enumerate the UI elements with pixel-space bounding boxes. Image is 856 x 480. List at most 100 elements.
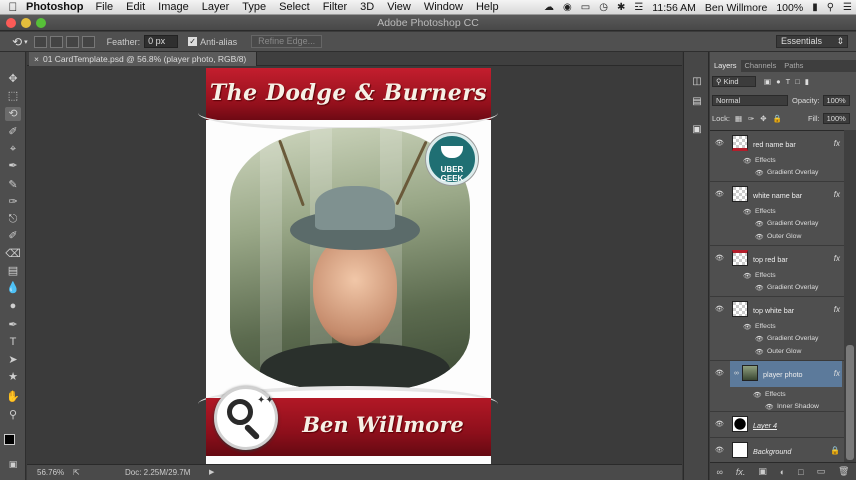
blend-mode-dropdown[interactable]: Normal	[712, 95, 788, 106]
effects-eye-icon[interactable]: 👁	[743, 208, 752, 216]
fx-icon[interactable]: fx.	[736, 467, 746, 477]
menu-edit[interactable]: Edit	[126, 1, 145, 13]
effects-eye-icon[interactable]: 👁	[743, 272, 752, 280]
fx-icon[interactable]: fx	[834, 369, 840, 378]
lasso-tool-preset-icon[interactable]: ⟲	[12, 35, 22, 49]
effect-eye-icon[interactable]: 👁	[755, 335, 764, 343]
eye-visibility-icon[interactable]: 👁	[715, 139, 724, 147]
crop-tool-icon[interactable]: ⌖	[5, 142, 21, 156]
effects-eye-icon[interactable]: 👁	[753, 391, 762, 399]
fx-icon[interactable]: fx	[834, 190, 840, 199]
airplay-icon[interactable]: ▭	[581, 2, 590, 13]
feather-input[interactable]: 0 px	[144, 35, 179, 48]
path-selection-tool-icon[interactable]: ➤	[5, 353, 21, 367]
layer-row-red-name-bar[interactable]: 👁 red name bar fx 👁 Effects 👁 Gradient O…	[710, 131, 844, 182]
layers-scrollbar[interactable]	[844, 130, 856, 466]
creative-cloud-icon[interactable]: ☁	[544, 2, 554, 13]
scrollbar-thumb[interactable]	[846, 345, 854, 460]
menu-layer[interactable]: Layer	[202, 1, 230, 13]
trading-card-canvas[interactable]: The Dodge & Burners UBER GEEK Ben Willmo…	[198, 68, 498, 464]
pen-tool-icon[interactable]: ✒	[5, 318, 21, 332]
effect-eye-icon[interactable]: 👁	[755, 233, 764, 241]
add-selection-icon[interactable]	[49, 35, 63, 48]
foreground-color-swatch[interactable]	[4, 434, 15, 445]
time-machine-icon[interactable]: ◷	[599, 2, 608, 13]
quick-selection-tool-icon[interactable]: ✐	[5, 125, 21, 139]
menu-app-name[interactable]: Photoshop	[26, 1, 83, 13]
adjustment-layer-icon[interactable]: ◐	[780, 467, 785, 477]
chevron-down-icon[interactable]: ▾	[24, 38, 28, 46]
workspace-dropdown[interactable]: Essentials ⇕	[776, 35, 848, 48]
trash-icon[interactable]: 🗑	[838, 466, 849, 477]
fx-icon[interactable]: fx	[834, 139, 840, 148]
effect-eye-icon[interactable]: 👁	[755, 284, 764, 292]
eyedropper-tool-icon[interactable]: ✒	[5, 159, 21, 173]
share-icon[interactable]: ⇱	[73, 465, 80, 480]
tab-layers[interactable]: Layers	[710, 60, 741, 72]
search-icon[interactable]: ⚲	[827, 2, 834, 13]
menu-window[interactable]: Window	[424, 1, 463, 13]
user-name[interactable]: Ben Willmore	[705, 2, 767, 14]
history-brush-tool-icon[interactable]: ✐	[5, 229, 21, 243]
effects-eye-icon[interactable]: 👁	[743, 323, 752, 331]
eye-visibility-icon[interactable]: 👁	[715, 446, 724, 454]
layer-row-top-white-bar[interactable]: 👁 top white bar fx 👁 Effects 👁 Gradient …	[710, 297, 844, 361]
lasso-tool-icon[interactable]: ⟲	[5, 107, 21, 121]
layer-row-white-name-bar[interactable]: 👁 white name bar fx 👁 Effects 👁 Gradient…	[710, 182, 844, 246]
zoom-window-button[interactable]	[36, 18, 46, 28]
eye-visibility-icon[interactable]: 👁	[715, 420, 724, 428]
menu-select[interactable]: Select	[279, 1, 310, 13]
eraser-tool-icon[interactable]: ⌫	[5, 247, 21, 261]
eye-icon[interactable]: ◉	[563, 2, 572, 13]
menu-type[interactable]: Type	[242, 1, 266, 13]
menu-3d[interactable]: 3D	[360, 1, 374, 13]
layer-row-layer-4[interactable]: 👁 Layer 4	[710, 412, 844, 438]
eye-visibility-icon[interactable]: 👁	[715, 254, 724, 262]
link-icon[interactable]: ∞	[734, 370, 739, 377]
clock[interactable]: 11:56 AM	[652, 2, 696, 14]
menu-file[interactable]: File	[95, 1, 113, 13]
spot-healing-tool-icon[interactable]: ✎	[5, 178, 21, 192]
new-selection-icon[interactable]	[33, 35, 47, 48]
group-folder-icon[interactable]: □	[798, 467, 803, 477]
lock-icon[interactable]: 🔒	[830, 446, 840, 455]
minimize-window-button[interactable]	[21, 18, 31, 28]
eye-visibility-icon[interactable]: 👁	[715, 369, 724, 377]
battery-icon[interactable]: ▮	[812, 2, 818, 13]
shape-tool-icon[interactable]: ★	[5, 370, 21, 384]
tab-channels[interactable]: Channels	[741, 60, 781, 72]
marquee-tool-icon[interactable]: ⬚	[5, 89, 21, 103]
menu-view[interactable]: View	[387, 1, 411, 13]
play-arrow-icon[interactable]: ▶	[209, 465, 214, 480]
new-layer-icon[interactable]: ▭	[817, 466, 826, 477]
filter-kind-dropdown[interactable]: ⚲ Kind	[712, 76, 756, 87]
menu-help[interactable]: Help	[476, 1, 499, 13]
blur-tool-icon[interactable]: 💧	[5, 281, 21, 295]
bluetooth-icon[interactable]: ✱	[617, 2, 625, 13]
refine-edge-button[interactable]: Refine Edge...	[251, 35, 323, 48]
add-mask-icon[interactable]: ▣	[758, 466, 767, 477]
wifi-icon[interactable]: ☲	[634, 2, 643, 13]
quick-mask-icon[interactable]: ▣	[5, 457, 21, 471]
fx-icon[interactable]: fx	[834, 254, 840, 263]
layer-filter-icons[interactable]: ▣●T□▮	[764, 77, 814, 86]
lock-icons[interactable]: ▦✑✥🔒	[735, 114, 788, 123]
brush-tool-icon[interactable]: ✑	[5, 195, 21, 209]
properties-panel-icon[interactable]: ▤	[690, 96, 704, 108]
apple-menu-icon[interactable]: 	[0, 0, 26, 14]
menu-filter[interactable]: Filter	[323, 1, 347, 13]
hand-tool-icon[interactable]: ✋	[5, 390, 21, 404]
dodge-tool-icon[interactable]: ●	[5, 299, 21, 313]
effects-eye-icon[interactable]: 👁	[743, 157, 752, 165]
layer-row-player-photo[interactable]: 👁 ∞ player photo fx 👁 Effects 👁 Inner Sh…	[710, 361, 844, 412]
intersect-selection-icon[interactable]	[81, 35, 95, 48]
effect-eye-icon[interactable]: 👁	[755, 220, 764, 228]
close-icon[interactable]: ×	[34, 54, 39, 64]
effect-eye-icon[interactable]: 👁	[755, 169, 764, 177]
layer-row-background[interactable]: 👁 Background 🔒	[710, 438, 844, 464]
effect-eye-icon[interactable]: 👁	[765, 403, 774, 411]
link-layers-icon[interactable]: ∞	[716, 467, 722, 477]
subtract-selection-icon[interactable]	[65, 35, 79, 48]
zoom-level[interactable]: 56.76%	[37, 465, 64, 480]
effect-eye-icon[interactable]: 👁	[755, 348, 764, 356]
